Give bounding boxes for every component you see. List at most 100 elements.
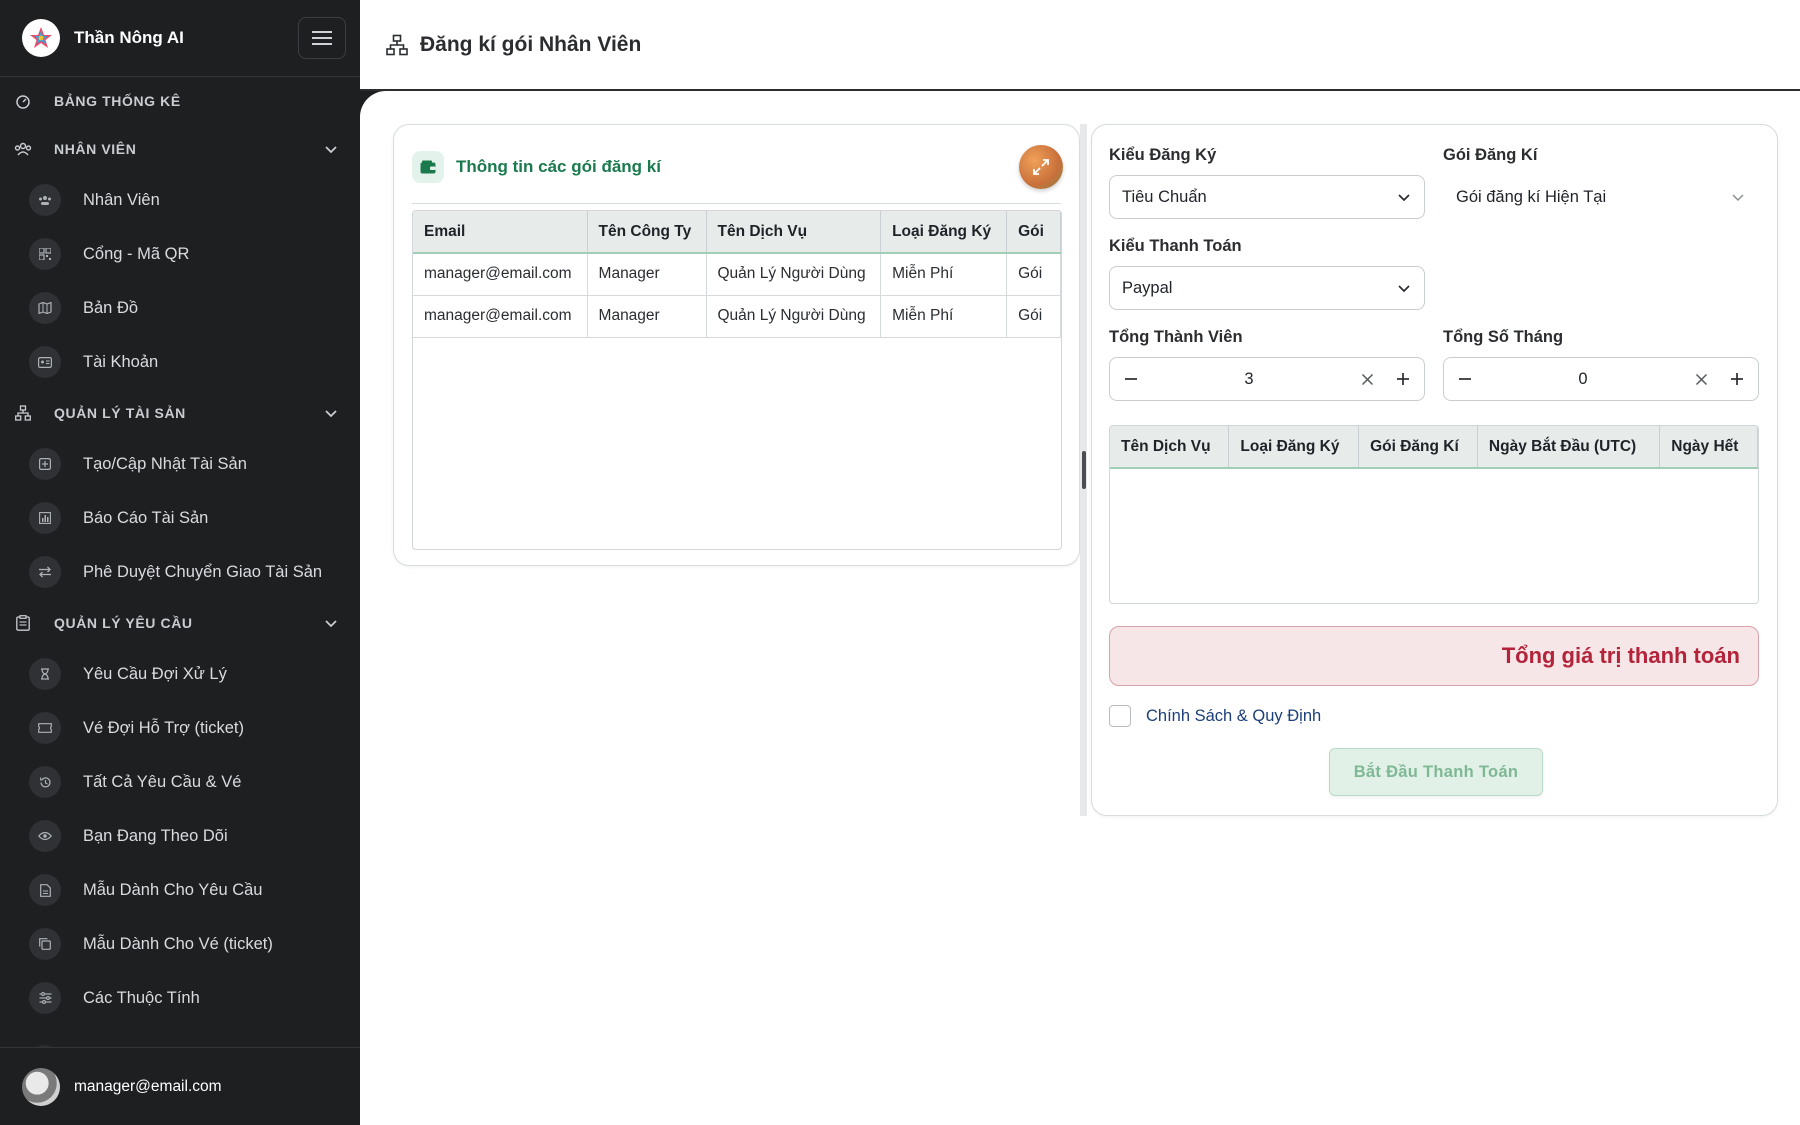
months-value[interactable]: 0 [1476,370,1690,389]
minus-icon [1459,378,1471,380]
sidebar-item-employees[interactable]: Nhân Viên [0,173,360,227]
sidebar-item-pending-requests[interactable]: Yêu Cầu Đợi Xử Lý [0,647,360,701]
chevron-down-icon [1732,194,1744,202]
sidebar-item-label: Mẫu Dành Cho Vé (ticket) [83,934,273,953]
hamburger-icon [312,31,332,45]
sidebar-section-asset-management[interactable]: QUẢN LÝ TÀI SẢN [0,389,360,437]
column-header[interactable]: Loại Đăng Ký [880,211,1008,254]
reg-type-select[interactable]: Tiêu Chuẩn [1109,175,1425,219]
sidebar-item-account[interactable]: Tài Khoản [0,335,360,389]
column-header[interactable]: Ngày Hết [1659,426,1758,469]
decrement-button[interactable] [1454,368,1476,390]
brand-bar: Thần Nông AI [0,0,360,77]
expand-button[interactable] [1019,145,1063,189]
sidebar-item-label: Yêu Cầu Đợi Xử Lý [83,664,227,683]
id-card-icon [29,346,61,378]
column-header[interactable]: Email [413,211,588,254]
sidebar-item-following[interactable]: Bạn Đang Theo Dõi [0,809,360,863]
column-header[interactable]: Tên Công Ty [587,211,707,254]
sidebar-section-request-management[interactable]: QUẢN LÝ YÊU CẦU [0,599,360,647]
members-stepper: 3 [1109,357,1425,401]
transfer-icon [29,556,61,588]
table-cell: Manager [587,295,707,338]
sidebar-item-all-requests[interactable]: Tất Cả Yêu Cầu & Vé [0,755,360,809]
app-logo[interactable] [22,19,60,57]
copy-icon [29,928,61,960]
table-cell: Gói [1006,295,1061,338]
clear-button[interactable] [1690,368,1712,390]
sliders-icon [29,982,61,1014]
payment-type-select[interactable]: Paypal [1109,266,1425,310]
history-icon [29,766,61,798]
map-icon [29,292,61,324]
sidebar-item-asset-report[interactable]: Báo Cáo Tài Sản [0,491,360,545]
clear-button[interactable] [1356,368,1378,390]
members-label: Tổng Thành Viên [1109,328,1243,346]
hourglass-icon [29,658,61,690]
expand-icon [1033,159,1049,175]
members-value[interactable]: 3 [1142,370,1356,389]
sidebar-item-map[interactable]: Bản Đồ [0,281,360,335]
sidebar-section-label: BẢNG THỐNG KÊ [54,93,181,109]
package-value: Gói đăng kí Hiện Tại [1456,187,1607,206]
table-cell: manager@email.com [413,253,588,296]
sidebar-item-label: Tất Cả Yêu Cầu & Vé [83,772,242,791]
increment-button[interactable] [1392,368,1414,390]
column-header[interactable]: Gói [1006,211,1061,254]
column-header[interactable]: Tên Dịch Vụ [1110,426,1230,469]
sidebar-item-label: Báo Cáo Tài Sản [83,508,209,527]
clipboard-icon [14,614,32,632]
avatar[interactable] [22,1067,60,1106]
sidebar-item-support-tickets[interactable]: Vé Đợi Hỗ Trợ (ticket) [0,701,360,755]
table-row[interactable]: manager@email.com Manager Quản Lý Người … [413,295,1061,338]
sidebar-item-label: Nhân Viên [83,190,160,209]
subscriptions-card: Thông tin các gói đăng kí Email Tên Công… [393,124,1080,566]
sidebar-item-attributes[interactable]: Các Thuộc Tính [0,971,360,1025]
increment-button[interactable] [1726,368,1748,390]
ticket-icon [29,712,61,744]
table-row[interactable]: manager@email.com Manager Quản Lý Người … [413,253,1061,296]
minus-icon [1125,378,1137,380]
sidebar-item-label: Bạn Đang Theo Dõi [83,826,228,845]
splitter-handle[interactable] [1082,451,1086,489]
reg-type-value: Tiêu Chuẩn [1122,187,1207,206]
start-payment-button[interactable]: Bắt Đầu Thanh Toán [1329,748,1543,796]
dashboard-icon [14,92,32,110]
subscriptions-table: Email Tên Công Ty Tên Dịch Vụ Loại Đăng … [412,210,1062,550]
sidebar-section-dashboard[interactable]: BẢNG THỐNG KÊ [0,77,360,125]
sidebar-section-employees[interactable]: NHÂN VIÊN [0,125,360,173]
column-header[interactable]: Loại Đăng Ký [1228,426,1360,469]
column-header[interactable]: Ngày Bắt Đầu (UTC) [1477,426,1661,469]
column-header[interactable]: Gói Đăng Kí [1358,426,1478,469]
hierarchy-icon [386,34,408,55]
table-cell: Quản Lý Người Dùng [706,295,882,338]
hierarchy-icon [14,404,32,422]
column-header[interactable]: Tên Dịch Vụ [706,211,882,254]
chevron-down-icon [325,146,337,154]
menu-toggle-button[interactable] [298,17,346,59]
divider [412,203,1061,204]
policy-link[interactable]: Chính Sách & Quy Định [1146,707,1321,726]
package-select[interactable]: Gói đăng kí Hiện Tại [1443,175,1759,219]
table-cell: Manager [587,253,707,296]
sidebar-item-label: Bản Đồ [83,298,139,317]
sidebar-item-label: Các Thuộc Tính [83,988,200,1007]
table-cell: Gói [1006,253,1061,296]
decrement-button[interactable] [1120,368,1142,390]
sidebar-item-request-templates[interactable]: Mẫu Dành Cho Yêu Cầu [0,863,360,917]
plus-icon [1731,373,1743,385]
sidebar-item-gate-qr[interactable]: Cổng - Mã QR [0,227,360,281]
table-cell: Miễn Phí [880,295,1008,338]
sidebar-item-create-asset[interactable]: Tạo/Cập Nhật Tài Sản [0,437,360,491]
sidebar-item-label: Vé Đợi Hỗ Trợ (ticket) [83,718,244,737]
sidebar-section-label: QUẢN LÝ YÊU CẦU [54,615,193,631]
card-title: Thông tin các gói đăng kí [456,157,661,176]
sidebar-item-label: Cổng - Mã QR [83,244,190,263]
sidebar: Thần Nông AI BẢNG THỐNG KÊ NHÂN VIÊN Nhâ… [0,0,360,1125]
sidebar-item-ticket-templates[interactable]: Mẫu Dành Cho Vé (ticket) [0,917,360,971]
page-title: Đăng kí gói Nhân Viên [420,32,642,56]
policy-checkbox[interactable] [1109,705,1131,727]
sidebar-item-asset-transfer[interactable]: Phê Duyệt Chuyển Giao Tài Sản [0,545,360,599]
user-profile[interactable]: manager@email.com [0,1047,360,1125]
app-name: Thần Nông AI [74,28,184,47]
